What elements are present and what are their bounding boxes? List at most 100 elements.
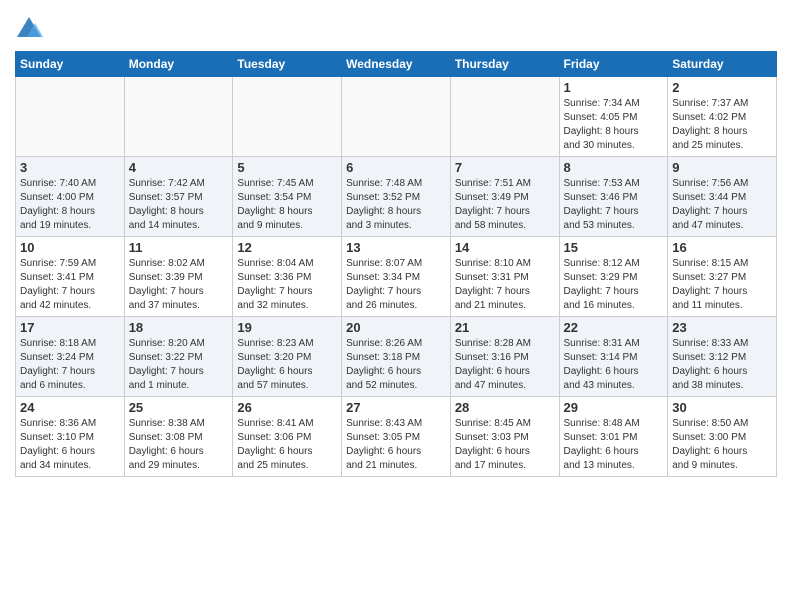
day-info: Sunrise: 8:31 AM Sunset: 3:14 PM Dayligh… — [564, 337, 664, 393]
calendar-day-cell — [233, 77, 342, 157]
day-info: Sunrise: 8:07 AM Sunset: 3:34 PM Dayligh… — [346, 257, 446, 313]
calendar-day-cell: 12 Sunrise: 8:04 AM Sunset: 3:36 PM Dayli… — [233, 237, 342, 317]
calendar-day-cell: 3 Sunrise: 7:40 AM Sunset: 4:00 PM Daylig… — [16, 157, 125, 237]
calendar-day-cell: 7 Sunrise: 7:51 AM Sunset: 3:49 PM Daylig… — [450, 157, 559, 237]
calendar-week-row: 24 Sunrise: 8:36 AM Sunset: 3:10 PM Dayli… — [16, 397, 777, 477]
day-number: 21 — [455, 320, 555, 335]
day-info: Sunrise: 7:42 AM Sunset: 3:57 PM Dayligh… — [129, 177, 229, 233]
day-number: 11 — [129, 240, 229, 255]
calendar-day-cell: 5 Sunrise: 7:45 AM Sunset: 3:54 PM Daylig… — [233, 157, 342, 237]
day-number: 9 — [672, 160, 772, 175]
day-number: 12 — [237, 240, 337, 255]
weekday-header-friday: Friday — [559, 52, 668, 77]
day-number: 13 — [346, 240, 446, 255]
day-info: Sunrise: 8:26 AM Sunset: 3:18 PM Dayligh… — [346, 337, 446, 393]
page-header — [15, 10, 777, 43]
calendar-table: SundayMondayTuesdayWednesdayThursdayFrid… — [15, 51, 777, 477]
day-number: 28 — [455, 400, 555, 415]
weekday-header-tuesday: Tuesday — [233, 52, 342, 77]
calendar-day-cell: 9 Sunrise: 7:56 AM Sunset: 3:44 PM Daylig… — [668, 157, 777, 237]
day-number: 1 — [564, 80, 664, 95]
calendar-day-cell: 15 Sunrise: 8:12 AM Sunset: 3:29 PM Dayli… — [559, 237, 668, 317]
day-info: Sunrise: 8:33 AM Sunset: 3:12 PM Dayligh… — [672, 337, 772, 393]
calendar-day-cell: 22 Sunrise: 8:31 AM Sunset: 3:14 PM Dayli… — [559, 317, 668, 397]
day-info: Sunrise: 7:45 AM Sunset: 3:54 PM Dayligh… — [237, 177, 337, 233]
calendar-day-cell: 25 Sunrise: 8:38 AM Sunset: 3:08 PM Dayli… — [124, 397, 233, 477]
day-info: Sunrise: 8:45 AM Sunset: 3:03 PM Dayligh… — [455, 417, 555, 473]
calendar-day-cell: 27 Sunrise: 8:43 AM Sunset: 3:05 PM Dayli… — [342, 397, 451, 477]
calendar-day-cell: 14 Sunrise: 8:10 AM Sunset: 3:31 PM Dayli… — [450, 237, 559, 317]
day-number: 8 — [564, 160, 664, 175]
calendar-day-cell: 26Sunrise: 8:41 AM Sunset: 3:06 PM Dayli… — [233, 397, 342, 477]
day-info: Sunrise: 8:48 AM Sunset: 3:01 PM Dayligh… — [564, 417, 664, 473]
day-number: 3 — [20, 160, 120, 175]
day-info: Sunrise: 8:23 AM Sunset: 3:20 PM Dayligh… — [237, 337, 337, 393]
day-info: Sunrise: 8:02 AM Sunset: 3:39 PM Dayligh… — [129, 257, 229, 313]
calendar-day-cell — [450, 77, 559, 157]
day-number: 14 — [455, 240, 555, 255]
day-number: 26 — [237, 400, 337, 415]
day-info: Sunrise: 7:53 AM Sunset: 3:46 PM Dayligh… — [564, 177, 664, 233]
weekday-header-wednesday: Wednesday — [342, 52, 451, 77]
calendar-week-row: 3 Sunrise: 7:40 AM Sunset: 4:00 PM Daylig… — [16, 157, 777, 237]
day-info: Sunrise: 8:43 AM Sunset: 3:05 PM Dayligh… — [346, 417, 446, 473]
calendar-day-cell: 17Sunrise: 8:18 AM Sunset: 3:24 PM Dayli… — [16, 317, 125, 397]
day-number: 7 — [455, 160, 555, 175]
day-number: 18 — [129, 320, 229, 335]
calendar-week-row: 17Sunrise: 8:18 AM Sunset: 3:24 PM Dayli… — [16, 317, 777, 397]
day-number: 27 — [346, 400, 446, 415]
calendar-day-cell: 24 Sunrise: 8:36 AM Sunset: 3:10 PM Dayli… — [16, 397, 125, 477]
calendar-day-cell: 16Sunrise: 8:15 AM Sunset: 3:27 PM Dayli… — [668, 237, 777, 317]
day-info: Sunrise: 8:10 AM Sunset: 3:31 PM Dayligh… — [455, 257, 555, 313]
day-number: 19 — [237, 320, 337, 335]
day-number: 2 — [672, 80, 772, 95]
weekday-header-thursday: Thursday — [450, 52, 559, 77]
day-info: Sunrise: 8:38 AM Sunset: 3:08 PM Dayligh… — [129, 417, 229, 473]
day-number: 29 — [564, 400, 664, 415]
calendar-day-cell: 20Sunrise: 8:26 AM Sunset: 3:18 PM Dayli… — [342, 317, 451, 397]
calendar-day-cell: 28 Sunrise: 8:45 AM Sunset: 3:03 PM Dayli… — [450, 397, 559, 477]
day-info: Sunrise: 8:12 AM Sunset: 3:29 PM Dayligh… — [564, 257, 664, 313]
calendar-week-row: 1 Sunrise: 7:34 AM Sunset: 4:05 PM Daylig… — [16, 77, 777, 157]
calendar-day-cell: 18 Sunrise: 8:20 AM Sunset: 3:22 PM Dayli… — [124, 317, 233, 397]
calendar-day-cell: 8 Sunrise: 7:53 AM Sunset: 3:46 PM Daylig… — [559, 157, 668, 237]
day-info: Sunrise: 8:28 AM Sunset: 3:16 PM Dayligh… — [455, 337, 555, 393]
calendar-day-cell: 13 Sunrise: 8:07 AM Sunset: 3:34 PM Dayli… — [342, 237, 451, 317]
day-info: Sunrise: 8:20 AM Sunset: 3:22 PM Dayligh… — [129, 337, 229, 393]
day-info: Sunrise: 7:56 AM Sunset: 3:44 PM Dayligh… — [672, 177, 772, 233]
day-info: Sunrise: 7:34 AM Sunset: 4:05 PM Dayligh… — [564, 97, 664, 153]
weekday-header-saturday: Saturday — [668, 52, 777, 77]
calendar-day-cell: 10 Sunrise: 7:59 AM Sunset: 3:41 PM Dayli… — [16, 237, 125, 317]
day-info: Sunrise: 7:48 AM Sunset: 3:52 PM Dayligh… — [346, 177, 446, 233]
calendar-day-cell — [342, 77, 451, 157]
logo — [15, 15, 47, 43]
day-info: Sunrise: 7:59 AM Sunset: 3:41 PM Dayligh… — [20, 257, 120, 313]
day-info: Sunrise: 8:36 AM Sunset: 3:10 PM Dayligh… — [20, 417, 120, 473]
day-info: Sunrise: 8:04 AM Sunset: 3:36 PM Dayligh… — [237, 257, 337, 313]
calendar-day-cell: 2 Sunrise: 7:37 AM Sunset: 4:02 PM Daylig… — [668, 77, 777, 157]
day-info: Sunrise: 7:40 AM Sunset: 4:00 PM Dayligh… — [20, 177, 120, 233]
calendar-day-cell: 1 Sunrise: 7:34 AM Sunset: 4:05 PM Daylig… — [559, 77, 668, 157]
weekday-header-monday: Monday — [124, 52, 233, 77]
calendar-day-cell — [124, 77, 233, 157]
calendar-day-cell: 30 Sunrise: 8:50 AM Sunset: 3:00 PM Dayli… — [668, 397, 777, 477]
day-number: 6 — [346, 160, 446, 175]
day-number: 10 — [20, 240, 120, 255]
calendar-day-cell — [16, 77, 125, 157]
day-number: 16 — [672, 240, 772, 255]
day-number: 5 — [237, 160, 337, 175]
day-info: Sunrise: 7:51 AM Sunset: 3:49 PM Dayligh… — [455, 177, 555, 233]
calendar-day-cell: 19 Sunrise: 8:23 AM Sunset: 3:20 PM Dayli… — [233, 317, 342, 397]
day-number: 22 — [564, 320, 664, 335]
day-info: Sunrise: 7:37 AM Sunset: 4:02 PM Dayligh… — [672, 97, 772, 153]
day-number: 24 — [20, 400, 120, 415]
day-number: 15 — [564, 240, 664, 255]
page-container: SundayMondayTuesdayWednesdayThursdayFrid… — [0, 0, 792, 482]
day-info: Sunrise: 8:50 AM Sunset: 3:00 PM Dayligh… — [672, 417, 772, 473]
calendar-day-cell: 29 Sunrise: 8:48 AM Sunset: 3:01 PM Dayli… — [559, 397, 668, 477]
day-number: 25 — [129, 400, 229, 415]
day-number: 30 — [672, 400, 772, 415]
logo-icon — [15, 15, 43, 43]
day-info: Sunrise: 8:18 AM Sunset: 3:24 PM Dayligh… — [20, 337, 120, 393]
day-number: 4 — [129, 160, 229, 175]
